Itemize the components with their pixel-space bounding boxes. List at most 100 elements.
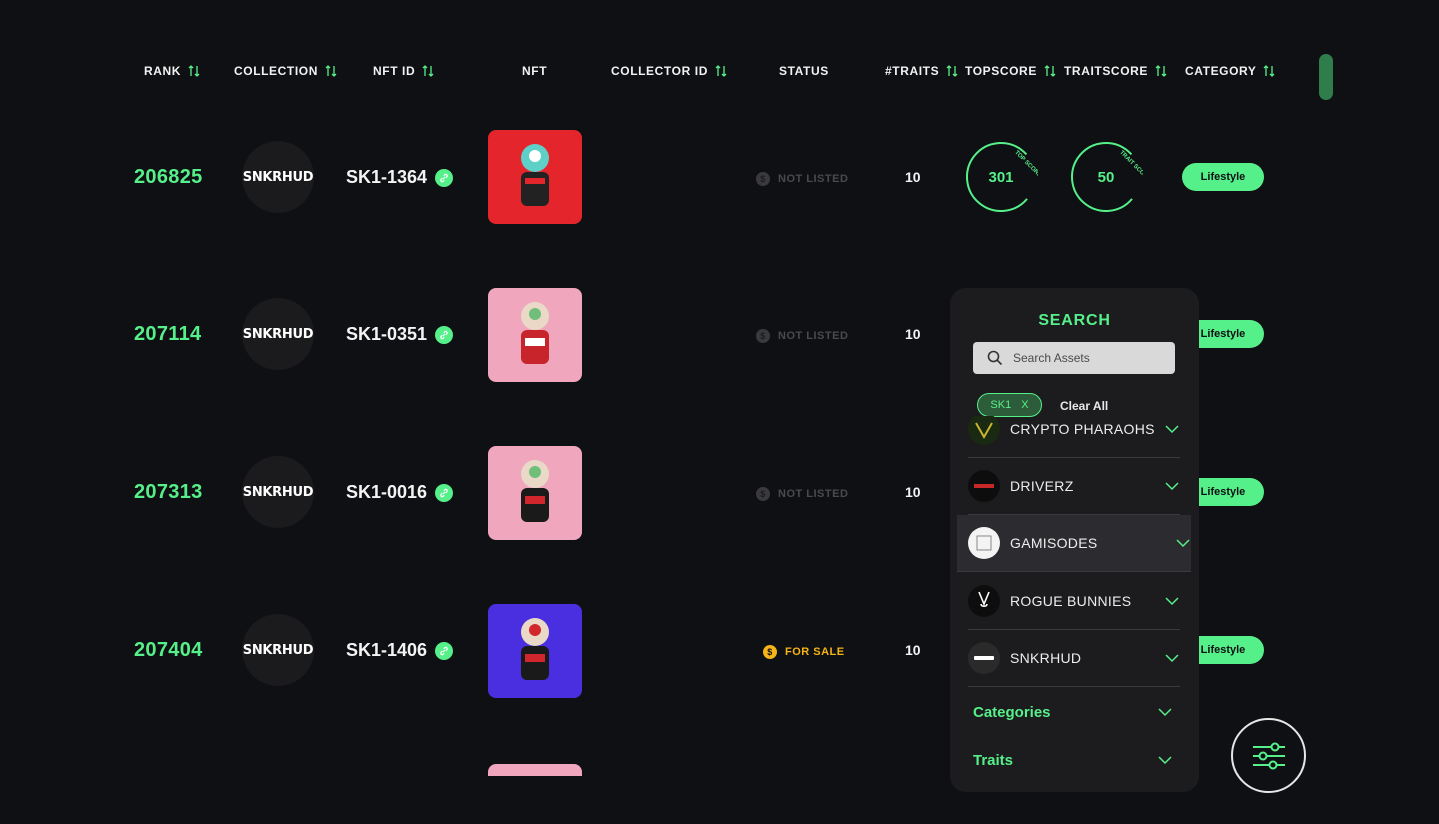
search-panel-title: SEARCH xyxy=(1038,312,1111,329)
header-nft-label: NFT xyxy=(522,64,548,78)
traitscore-gauge: TRAIT SCORE 50 xyxy=(1069,140,1151,214)
chevron-down-icon[interactable] xyxy=(1164,421,1180,437)
sort-icon[interactable] xyxy=(1043,64,1057,78)
filter-chip[interactable]: SK1 X xyxy=(977,393,1042,417)
sort-icon[interactable] xyxy=(1262,64,1276,78)
nft-id-label: SK1-1406 xyxy=(346,640,428,660)
collection-avatar[interactable]: SNKRHUD xyxy=(242,298,314,370)
coin-icon: $ xyxy=(756,172,770,186)
category-badge[interactable]: Lifestyle xyxy=(1182,163,1264,191)
topscore-value: 301 xyxy=(988,168,1014,186)
collection-logo: SNKRHUD xyxy=(242,484,314,500)
collection-avatar[interactable]: SNKRHUD xyxy=(242,141,314,213)
collection-name: CRYPTO PHARAOHS xyxy=(1010,421,1155,437)
page: RANK COLLECTION NFT ID NFT COLLECTOR ID … xyxy=(0,0,1439,824)
header-nft-id[interactable]: NFT ID xyxy=(373,64,435,78)
header-category-label: CATEGORY xyxy=(1185,64,1257,78)
collection-item-driverz[interactable]: DRIVERZ xyxy=(968,458,1180,515)
traits-section[interactable]: Traits xyxy=(973,748,1173,772)
chevron-down-icon[interactable] xyxy=(1157,752,1173,768)
collection-name: ROGUE BUNNIES xyxy=(1010,593,1132,609)
chevron-down-icon[interactable] xyxy=(1164,593,1180,609)
categories-section[interactable]: Categories xyxy=(973,700,1173,724)
nft-character-image xyxy=(521,144,549,206)
nft-id[interactable]: SK1-0351 xyxy=(346,324,454,345)
snkrhud-avatar xyxy=(968,642,1000,674)
collection-item-rogue-bunnies[interactable]: ROGUE BUNNIES xyxy=(968,573,1180,630)
status-label: FOR SALE xyxy=(785,646,845,658)
rank-value[interactable]: 207313 xyxy=(134,481,203,504)
header-traits[interactable]: #TRAITS xyxy=(885,64,959,78)
filter-toggle-button[interactable] xyxy=(1231,718,1306,793)
collection-item-gamisodes[interactable]: GAMISODES xyxy=(957,515,1191,572)
rank-value[interactable]: 207404 xyxy=(134,639,203,662)
search-box[interactable] xyxy=(973,342,1175,374)
header-traitscore[interactable]: TRAITSCORE xyxy=(1064,64,1168,78)
status-label: NOT LISTED xyxy=(778,173,849,185)
collection-name: GAMISODES xyxy=(1010,535,1098,551)
chevron-down-icon[interactable] xyxy=(1157,704,1173,720)
search-panel: SEARCH SK1 X Clear All CRYPTO PHARAOHS D… xyxy=(950,288,1199,792)
link-icon[interactable] xyxy=(435,325,454,344)
link-icon[interactable] xyxy=(435,483,454,502)
header-status-label: STATUS xyxy=(779,64,829,78)
link-icon[interactable] xyxy=(435,641,454,660)
header-collector-id[interactable]: COLLECTOR ID xyxy=(611,64,728,78)
nft-id-label: SK1-0016 xyxy=(346,482,428,502)
sort-icon[interactable] xyxy=(714,64,728,78)
status-label: NOT LISTED xyxy=(778,488,849,500)
collection-avatar[interactable]: SNKRHUD xyxy=(242,456,314,528)
header-nft: NFT xyxy=(522,64,547,78)
nft-thumbnail[interactable] xyxy=(488,130,582,224)
traits-count: 10 xyxy=(905,642,921,658)
nft-character-image xyxy=(521,618,549,680)
sort-icon[interactable] xyxy=(945,64,959,78)
header-rank[interactable]: RANK xyxy=(144,64,201,78)
nft-thumbnail[interactable] xyxy=(488,446,582,540)
traitscore-value: 50 xyxy=(1097,168,1115,186)
chevron-down-icon[interactable] xyxy=(1164,650,1180,666)
clear-all-button[interactable]: Clear All xyxy=(1060,399,1108,413)
nft-thumbnail[interactable] xyxy=(488,604,582,698)
nft-id[interactable]: SK1-0016 xyxy=(346,482,454,503)
search-input[interactable] xyxy=(1013,351,1163,365)
nft-id[interactable]: SK1-1406 xyxy=(346,640,454,661)
sort-icon[interactable] xyxy=(1154,64,1168,78)
collection-logo: SNKRHUD xyxy=(242,326,314,342)
nft-thumbnail[interactable] xyxy=(488,764,582,776)
link-icon[interactable] xyxy=(435,168,454,187)
scrollbar[interactable] xyxy=(1319,54,1333,100)
nft-thumbnail[interactable] xyxy=(488,288,582,382)
nft-character-image xyxy=(521,302,549,364)
status-for-sale: $ FOR SALE xyxy=(763,645,845,659)
coin-icon: $ xyxy=(756,329,770,343)
status-label: NOT LISTED xyxy=(778,330,849,342)
collection-avatar[interactable]: SNKRHUD xyxy=(242,614,314,686)
categories-label: Categories xyxy=(973,703,1051,721)
sliders-icon xyxy=(1252,742,1285,769)
filter-chip-remove-button[interactable]: X xyxy=(1021,399,1028,411)
header-category[interactable]: CATEGORY xyxy=(1185,64,1276,78)
chevron-down-icon[interactable] xyxy=(1175,535,1191,551)
header-status: STATUS xyxy=(779,64,829,78)
collection-item-snkrhud[interactable]: SNKRHUD xyxy=(968,630,1180,687)
header-rank-label: RANK xyxy=(144,64,182,78)
traits-count: 10 xyxy=(905,326,921,342)
bunny-icon xyxy=(968,585,1000,617)
header-collection[interactable]: COLLECTION xyxy=(234,64,338,78)
rank-value[interactable]: 206825 xyxy=(134,166,203,189)
nft-id[interactable]: SK1-1364 xyxy=(346,167,454,188)
table-row[interactable]: 206825 SNKRHUD SK1-1364 $ NOT LISTED 10 … xyxy=(118,127,1318,227)
sort-icon[interactable] xyxy=(324,64,338,78)
collection-name: DRIVERZ xyxy=(1010,478,1074,494)
header-topscore[interactable]: TOPSCORE xyxy=(965,64,1057,78)
nft-id-label: SK1-0351 xyxy=(346,324,428,344)
status-not-listed: $ NOT LISTED xyxy=(756,329,848,343)
coin-icon: $ xyxy=(756,487,770,501)
sort-icon[interactable] xyxy=(187,64,201,78)
sort-icon[interactable] xyxy=(421,64,435,78)
rank-value[interactable]: 207114 xyxy=(134,323,201,346)
header-topscore-label: TOPSCORE xyxy=(965,64,1037,78)
chevron-down-icon[interactable] xyxy=(1164,478,1180,494)
search-icon xyxy=(987,350,1003,366)
